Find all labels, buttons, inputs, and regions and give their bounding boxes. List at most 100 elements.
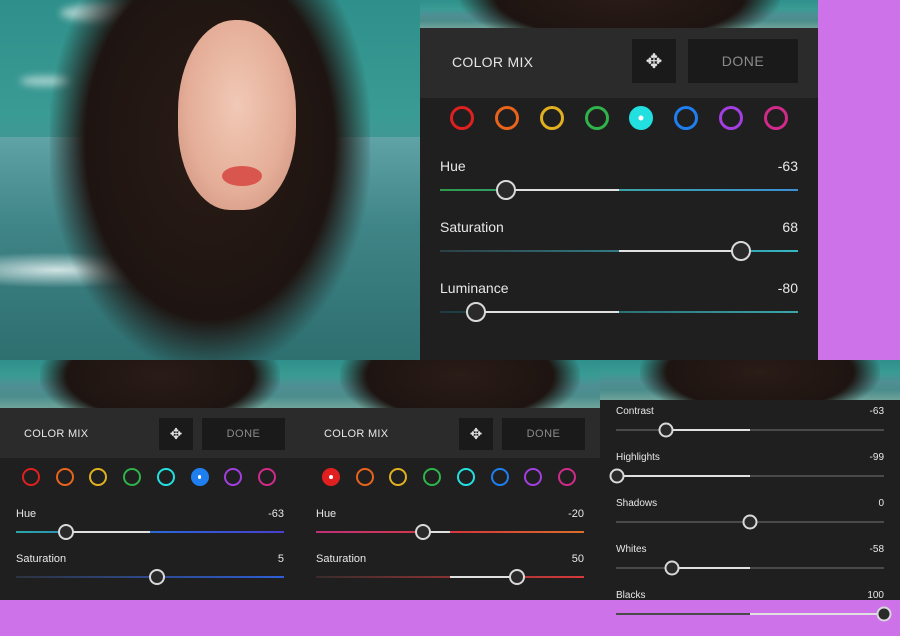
slider-row: Blacks 100 [616,590,892,636]
slider-fill [750,613,884,615]
target-adjust-button[interactable]: ✥ [459,418,493,450]
color-swatch[interactable] [224,468,243,486]
panel-c-photo [600,360,900,400]
slider-fill [506,189,619,191]
slider-thumb[interactable] [148,569,165,585]
slider-row: Hue -20 [316,508,584,553]
slider-row: Whites -58 [616,544,884,590]
slider-thumb[interactable] [742,514,758,530]
slider-track[interactable] [616,429,884,431]
color-swatches [450,106,788,130]
color-swatch[interactable] [524,468,543,486]
color-swatch[interactable] [490,468,509,486]
color-swatch[interactable] [629,106,654,130]
slider-thumb[interactable] [664,560,680,576]
slider-value: 68 [782,219,798,235]
slider-track[interactable] [16,531,284,533]
color-swatch[interactable] [389,468,408,486]
slider-row: Saturation 5 [16,553,284,598]
slider-label: Luminance [440,280,509,296]
slider-thumb[interactable] [57,524,74,540]
slider-label: Shadows [616,498,658,509]
slider-row: Contrast -63 [616,406,884,452]
color-swatch[interactable] [719,106,744,130]
slider-thumb[interactable] [730,241,751,261]
slider-value: 100 [867,590,884,601]
color-swatch[interactable] [456,468,475,486]
target-adjust-button[interactable]: ✥ [159,418,193,450]
color-swatch[interactable] [763,106,788,130]
slider-thumb[interactable] [496,180,517,200]
color-swatch[interactable] [190,468,209,486]
target-icon: ✥ [469,426,483,443]
slider-label: Hue [316,508,337,520]
slider-value: -63 [268,508,284,520]
target-adjust-button[interactable]: ✥ [632,39,676,83]
color-mix-panel-red: COLOR MIX ✥ DONE Hue -20 Saturation 50 [300,408,600,600]
target-icon: ✥ [645,50,663,73]
slider-thumb[interactable] [658,422,674,438]
slider-track[interactable] [616,567,884,569]
slider-fill [475,311,619,313]
slider-fill [619,250,741,252]
color-swatch[interactable] [55,468,74,486]
main-photo [0,0,420,360]
panel-photo-top [420,0,818,28]
color-swatch[interactable] [22,468,40,486]
slider-thumb[interactable] [465,302,486,322]
target-icon: ✥ [169,426,183,443]
slider-value: -20 [568,508,584,520]
color-swatch[interactable] [123,468,142,486]
slider-label: Hue [16,508,37,520]
slider-value: -58 [869,544,884,555]
color-mix-panel-blue: COLOR MIX ✥ DONE Hue -63 Saturation 5 [0,408,300,600]
color-swatch[interactable] [257,468,276,486]
slider-fill [450,576,517,578]
color-swatch[interactable] [674,106,699,130]
slider-label: Contrast [616,406,654,417]
slider-value: 5 [277,553,284,565]
slider-thumb[interactable] [876,606,892,622]
slider-row: Hue -63 [440,158,798,219]
slider-track[interactable] [316,531,584,533]
slider-row: Saturation 50 [316,553,584,598]
color-swatch[interactable] [494,106,519,130]
slider-label: Hue [440,158,466,174]
slider-row: Luminance -80 [440,280,798,341]
done-button[interactable]: DONE [502,418,585,450]
panel-b-photo [300,360,600,408]
done-button[interactable]: DONE [688,39,798,83]
slider-value: 0 [878,498,884,509]
color-swatch[interactable] [89,468,108,486]
slider-thumb[interactable] [415,524,432,540]
color-swatch[interactable] [539,106,564,130]
color-swatch[interactable] [557,468,576,486]
slider-label: Saturation [440,219,504,235]
slider-fill [65,531,150,533]
color-mix-panel: COLOR MIX ✥ DONE Hue -63 Saturation 68 Lumin… [420,28,818,360]
color-swatch[interactable] [156,468,175,486]
color-swatch[interactable] [423,468,442,486]
slider-label: Whites [616,544,647,555]
color-swatch[interactable] [450,106,474,130]
panel-title: COLOR MIX [452,54,534,70]
slider-label: Saturation [316,553,367,565]
slider-row: Shadows 0 [616,498,884,544]
color-swatch[interactable] [322,468,340,486]
color-swatch[interactable] [355,468,374,486]
slider-fill [617,475,750,477]
panel-a-photo [0,360,300,408]
slider-row: Highlights -99 [609,452,884,498]
slider-fill [665,429,750,431]
slider-thumb[interactable] [509,569,525,585]
color-swatch[interactable] [584,106,609,130]
slider-track[interactable] [440,189,798,191]
color-swatches [22,468,276,486]
slider-label: Blacks [616,590,646,601]
done-button[interactable]: DONE [202,418,285,450]
slider-thumb[interactable] [609,468,625,484]
light-panel: Contrast -63 Highlights -99 Shadows 0 Whites -5… [600,400,900,622]
panel-title: COLOR MIX [24,428,89,440]
slider-row: Hue -63 [16,508,284,553]
slider-value: -63 [777,158,798,174]
